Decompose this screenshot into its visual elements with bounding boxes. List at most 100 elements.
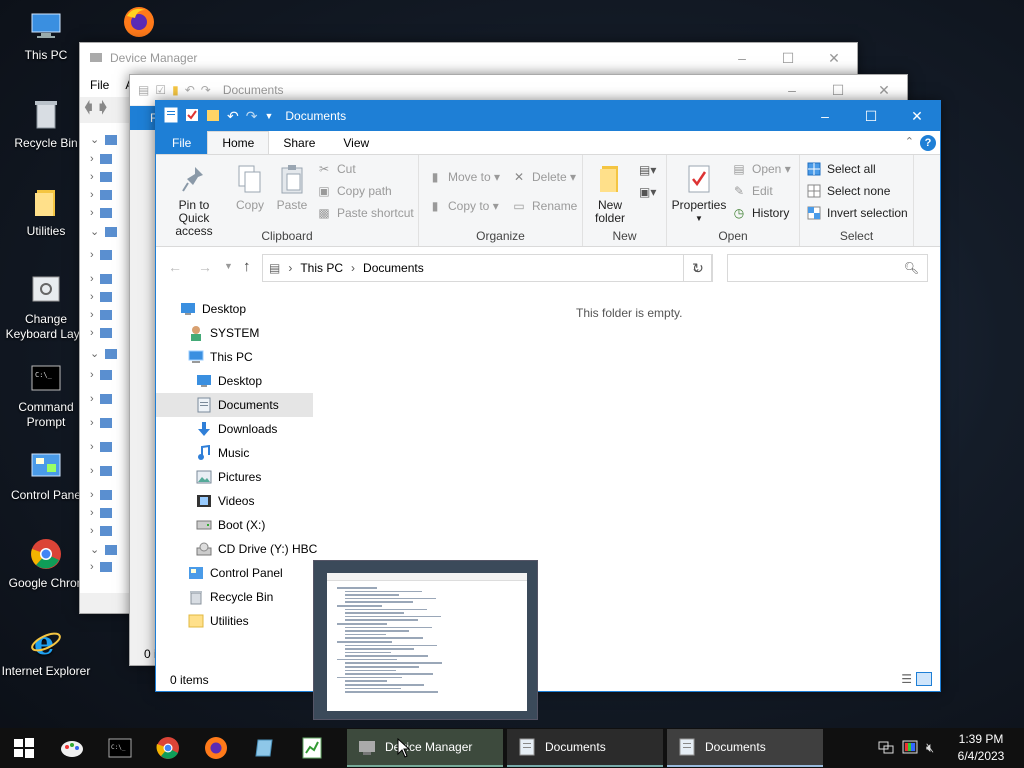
rename-button[interactable]: ▭ Rename — [511, 196, 577, 216]
new-item-icon[interactable]: ▤▾ — [639, 163, 656, 177]
select-all-button[interactable]: Select all — [806, 159, 876, 179]
search-input[interactable] — [734, 261, 904, 275]
minimize-button[interactable]: – — [802, 101, 848, 131]
forward-arrow-icon[interactable]: 🡂 — [99, 97, 108, 124]
expand-chevron-icon[interactable]: › — [90, 309, 94, 321]
nav-this-pc[interactable]: This PC — [156, 345, 313, 369]
device-tree-row[interactable]: › — [90, 153, 112, 165]
copy-to-button[interactable]: ▮ Copy to ▾ — [427, 196, 499, 216]
device-tree-row[interactable]: › — [90, 273, 112, 285]
delete-button[interactable]: ✕ Delete ▾ — [511, 167, 576, 187]
cut-button[interactable]: ✂ Cut — [316, 159, 356, 179]
device-manager-titlebar[interactable]: Device Manager – ☐ ✕ — [80, 43, 857, 73]
device-tree-row[interactable]: › — [90, 369, 112, 381]
expand-chevron-icon[interactable]: › — [90, 441, 94, 453]
nav-pictures[interactable]: Pictures — [156, 465, 313, 489]
expand-chevron-icon[interactable]: › — [90, 525, 94, 537]
expand-chevron-icon[interactable]: ⌄ — [90, 347, 99, 360]
taskbar-task-documents-1[interactable]: Documents — [507, 729, 663, 767]
menu-file[interactable]: File — [90, 78, 109, 92]
device-tree-row[interactable]: ⌄ — [90, 225, 118, 238]
device-tree-row[interactable]: › — [90, 507, 112, 519]
firefox-taskbar-icon[interactable] — [192, 728, 240, 768]
expand-chevron-icon[interactable]: › — [90, 189, 94, 201]
folder-icon[interactable]: ▮ — [172, 83, 179, 97]
breadcrumb-documents[interactable]: Documents — [363, 261, 424, 275]
expand-chevron-icon[interactable]: ⌄ — [90, 133, 99, 146]
open-button[interactable]: ▤ Open ▾ — [731, 159, 790, 179]
redo-icon[interactable]: ↷ — [201, 83, 211, 97]
nav-utilities[interactable]: Utilities — [156, 609, 313, 633]
invert-selection-button[interactable]: Invert selection — [806, 203, 908, 223]
search-box[interactable]: 🔍︎ — [727, 254, 928, 282]
edit-button[interactable]: ✎ Edit — [731, 181, 773, 201]
nav-desktop-sub[interactable]: Desktop — [156, 369, 313, 393]
nav-system[interactable]: SYSTEM — [156, 321, 313, 345]
address-bar[interactable]: ▤ › This PC › Documents ⌄ — [262, 254, 712, 282]
chrome-taskbar-icon[interactable] — [144, 728, 192, 768]
volume-muted-icon[interactable]: 🔇︎ — [926, 740, 934, 756]
device-tree-row[interactable]: › — [90, 327, 112, 339]
desktop-icon-internet-explorer[interactable]: e Internet Explorer — [0, 624, 92, 679]
expand-chevron-icon[interactable]: ⌄ — [90, 543, 99, 556]
expand-chevron-icon[interactable]: › — [90, 369, 94, 381]
taskbar-thumbnail-preview[interactable]: ✕ — [313, 560, 538, 720]
nav-videos[interactable]: Videos — [156, 489, 313, 513]
up-arrow-icon[interactable]: ↑ — [243, 258, 251, 275]
checkmark-icon[interactable]: ☑ — [155, 83, 166, 97]
device-tree-row[interactable]: › — [90, 561, 112, 573]
taskbar-task-documents-2[interactable]: Documents — [667, 729, 823, 767]
forward-arrow-icon[interactable]: → — [198, 259, 212, 275]
copy-button[interactable]: Copy — [230, 163, 270, 212]
network-icon[interactable] — [878, 740, 894, 757]
device-tree-row[interactable]: › — [90, 393, 112, 405]
start-button[interactable] — [0, 728, 48, 768]
easy-access-icon[interactable]: ▣▾ — [639, 185, 656, 199]
device-tree-row[interactable]: › — [90, 309, 112, 321]
nav-recycle-bin[interactable]: Recycle Bin — [156, 585, 313, 609]
new-folder-icon[interactable] — [206, 108, 220, 125]
minimize-button[interactable]: – — [719, 43, 765, 73]
app-taskbar-icon[interactable] — [240, 728, 288, 768]
paste-shortcut-button[interactable]: ▩ Paste shortcut — [316, 203, 413, 223]
refresh-button[interactable]: ↻ — [683, 254, 713, 282]
nav-boot-drive[interactable]: Boot (X:) — [156, 513, 313, 537]
large-icons-view-icon[interactable] — [916, 672, 932, 686]
device-tree-row[interactable]: › — [90, 207, 112, 219]
expand-chevron-icon[interactable]: ⌄ — [90, 225, 99, 238]
device-tree-row[interactable]: ⌄ — [90, 133, 118, 146]
device-tree-row[interactable]: ⌄ — [90, 347, 118, 360]
nav-documents[interactable]: Documents — [156, 393, 313, 417]
taskbar-task-device-manager[interactable]: Device Manager — [347, 729, 503, 767]
properties-button[interactable]: Properties ▼ — [671, 163, 727, 225]
pin-quick-access-button[interactable]: Pin to Quick access — [162, 163, 226, 238]
close-button[interactable]: ✕ — [811, 43, 857, 73]
expand-chevron-icon[interactable]: › — [90, 171, 94, 183]
properties-icon[interactable]: ▤ — [138, 83, 149, 97]
breadcrumb-this-pc[interactable]: This PC — [300, 261, 343, 275]
recent-locations-icon[interactable]: ▼ — [224, 261, 233, 271]
select-none-button[interactable]: Select none — [806, 181, 890, 201]
checkmark-icon[interactable] — [185, 108, 199, 125]
redo-icon[interactable]: ↷ — [246, 108, 258, 125]
new-folder-button[interactable]: New folder — [587, 163, 633, 225]
expand-chevron-icon[interactable]: › — [90, 465, 94, 477]
expand-chevron-icon[interactable]: › — [90, 249, 94, 261]
expand-chevron-icon[interactable]: › — [90, 393, 94, 405]
device-tree-row[interactable]: › — [90, 249, 112, 261]
tab-home[interactable]: Home — [207, 131, 270, 154]
expand-chevron-icon[interactable]: › — [90, 489, 94, 501]
expand-chevron-icon[interactable]: › — [90, 153, 94, 165]
undo-icon[interactable]: ↶ — [227, 108, 239, 125]
maximize-button[interactable]: ☐ — [765, 43, 811, 73]
undo-icon[interactable]: ↶ — [185, 83, 195, 97]
history-button[interactable]: ◷ History — [731, 203, 790, 223]
close-button[interactable]: ✕ — [894, 101, 940, 131]
back-arrow-icon[interactable]: ← — [168, 259, 182, 275]
device-tree-row[interactable]: › — [90, 291, 112, 303]
device-tree-row[interactable]: › — [90, 417, 112, 429]
move-to-button[interactable]: ▮ Move to ▾ — [427, 167, 500, 187]
expand-chevron-icon[interactable]: › — [90, 561, 94, 573]
firefox-desktop-icon[interactable] — [121, 4, 157, 40]
device-tree-row[interactable]: › — [90, 525, 112, 537]
